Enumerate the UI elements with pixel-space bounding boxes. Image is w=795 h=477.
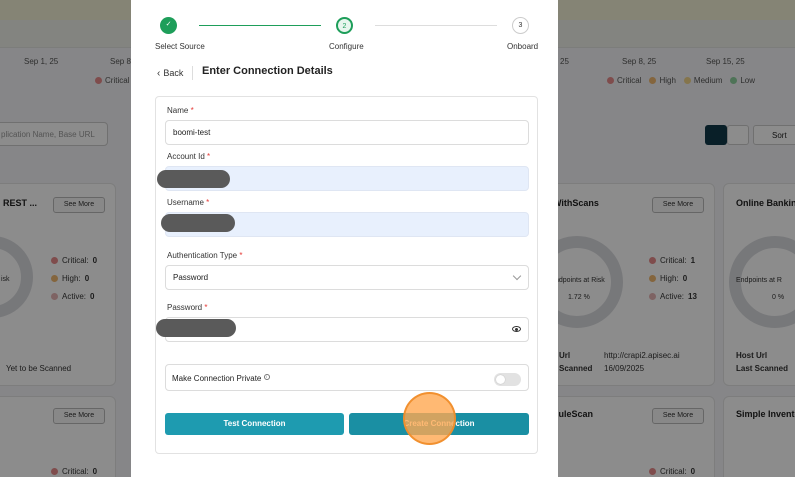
redaction-mask [156, 319, 236, 337]
step-connector [375, 25, 497, 26]
click-indicator [403, 392, 456, 445]
step-label-select-source: Select Source [155, 42, 205, 51]
back-button[interactable]: ‹ Back [157, 66, 194, 80]
step-label-configure: Configure [329, 42, 364, 51]
step-connector [199, 25, 321, 26]
account-id-label: Account Id * [167, 152, 211, 161]
info-icon: i [263, 374, 270, 380]
connection-form: Name * boomi-test Account Id * Username … [155, 96, 538, 454]
name-input[interactable]: boomi-test [165, 120, 529, 145]
step-done-icon: ✓ [160, 17, 177, 34]
redaction-mask [161, 214, 235, 232]
password-label: Password * [167, 303, 208, 312]
eye-icon[interactable] [512, 326, 521, 332]
chevron-left-icon: ‹ [157, 67, 161, 79]
private-toggle[interactable] [494, 373, 521, 386]
redaction-mask [157, 170, 230, 188]
step-current-marker: 2 [336, 17, 353, 34]
chevron-down-icon [512, 271, 522, 281]
step-pending-marker: 3 [512, 17, 529, 34]
name-label: Name * [167, 106, 194, 115]
step-label-onboard: Onboard [507, 42, 539, 51]
private-connection-row: Make Connection Private i [165, 364, 529, 391]
onboard-modal: ✓ 2 3 Select Source Configure Onboard ‹ … [131, 0, 558, 477]
toggle-knob [496, 375, 505, 384]
test-connection-button[interactable]: Test Connection [165, 413, 344, 435]
auth-type-select[interactable]: Password [165, 265, 529, 290]
auth-type-label: Authentication Type * [167, 251, 243, 260]
username-label: Username * [167, 198, 210, 207]
page-title: Enter Connection Details [202, 65, 333, 77]
